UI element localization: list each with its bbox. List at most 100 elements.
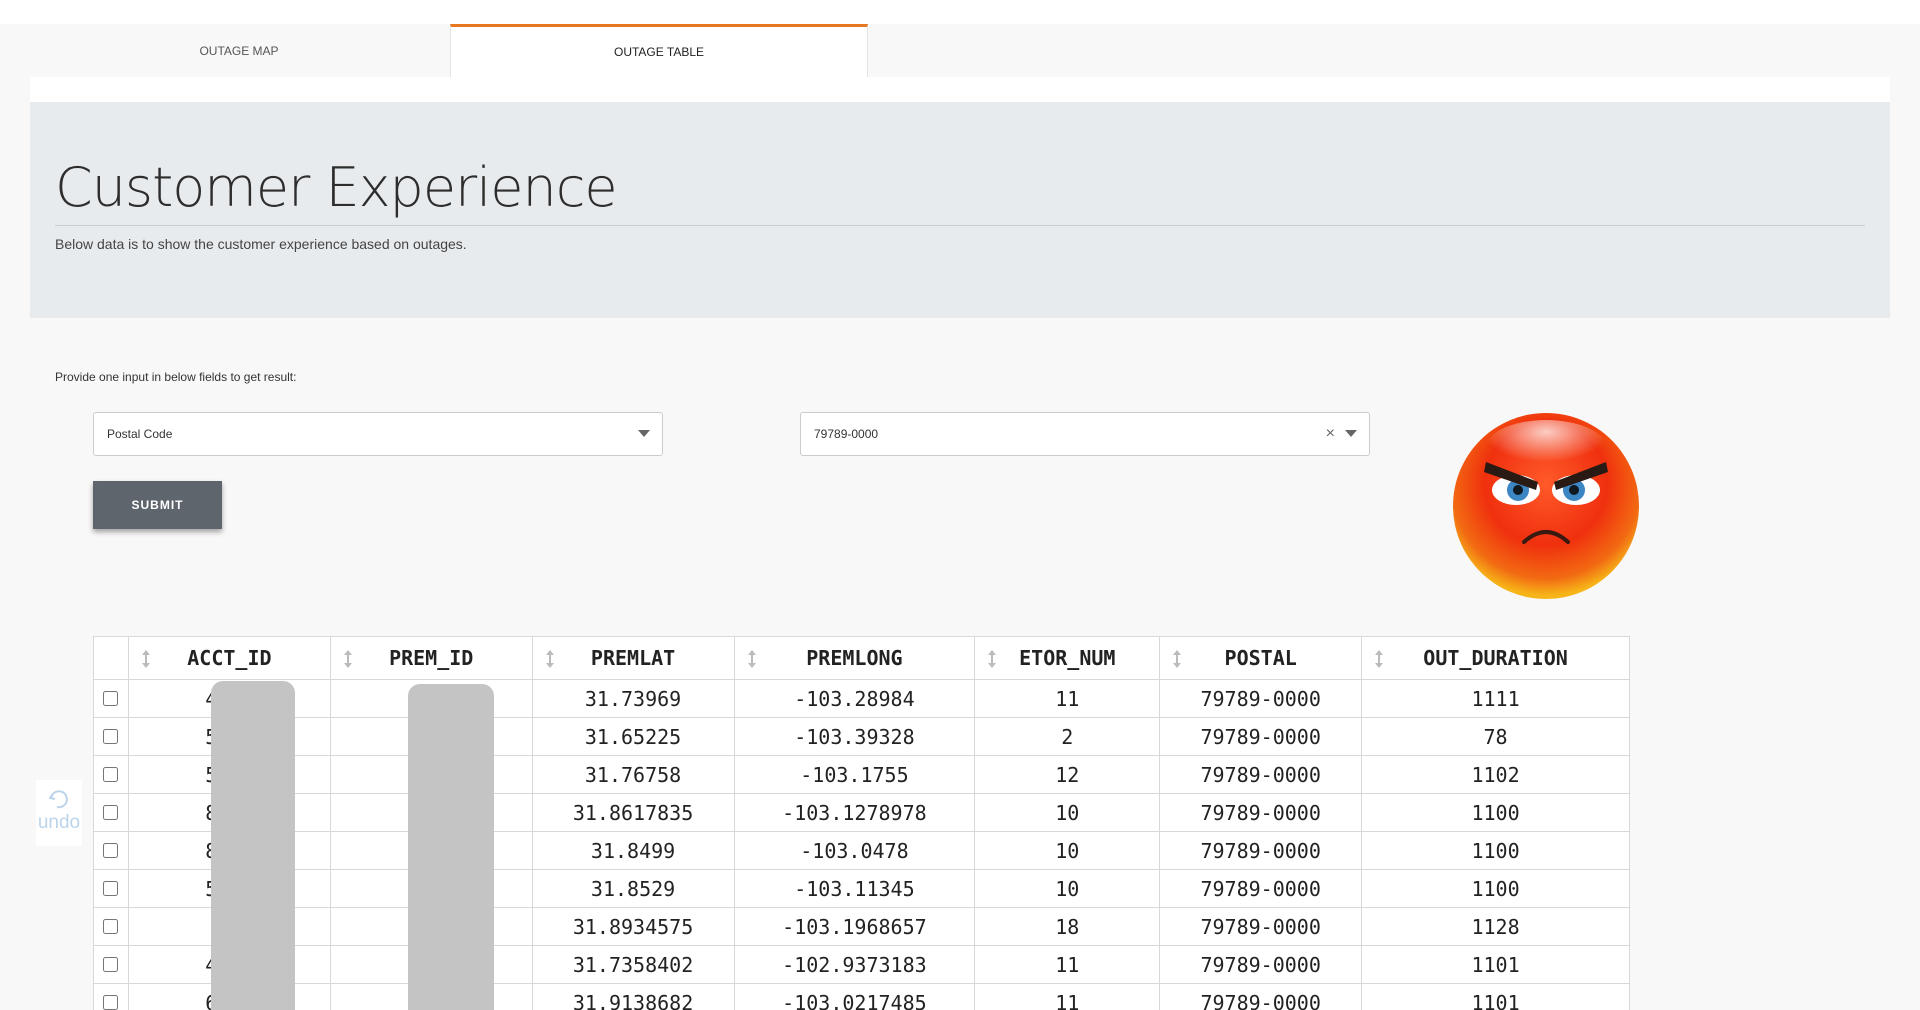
form-instruction: Provide one input in below fields to get… [55,370,297,384]
sort-icon[interactable] [545,649,555,669]
cell-out-duration: 1111 [1361,679,1630,718]
table-row[interactable]: 5010 203 31.65225 -103.39328 2 79789-000… [93,717,1630,756]
cell-premlong: -103.11345 [733,869,976,908]
sort-icon[interactable] [141,649,151,669]
chevron-down-icon[interactable] [638,430,650,437]
column-label: ETOR_NUM [1019,646,1116,670]
search-field-select[interactable]: Postal Code [93,412,663,456]
column-header-etor-num[interactable]: ETOR_NUM [974,636,1161,680]
sort-icon[interactable] [747,649,757,669]
title-divider [55,225,1865,226]
search-value-text: 79789-0000 [814,427,879,441]
table-row[interactable]: 8640 864 31.8499 -103.0478 10 79789-0000… [93,831,1630,870]
column-header-acct-id[interactable]: ACCT_ID [127,636,331,680]
sort-icon[interactable] [1374,649,1384,669]
cell-etor-num: 10 [974,869,1161,908]
cell-etor-num: 11 [974,945,1161,984]
cell-postal: 79789-0000 [1159,983,1363,1010]
search-value-select[interactable]: 79789-0000 × [800,412,1370,456]
row-checkbox[interactable] [103,728,119,744]
clear-icon[interactable]: × [1326,424,1335,444]
table-row[interactable]: 436 436 31.8934575 -103.1968657 18 79789… [93,907,1630,946]
table-header-row: ACCT_ID PREM_ID PREMLAT PREMLONG ETOR_NU… [93,636,1630,680]
cell-etor-num: 11 [974,679,1161,718]
cell-premlong: -103.0478 [733,831,976,870]
cell-premlong: -103.1278978 [733,793,976,832]
cell-out-duration: 1100 [1361,793,1630,832]
row-checkbox[interactable] [103,994,119,1010]
tab-outage-table[interactable]: OUTAGE TABLE [450,24,868,77]
submit-button[interactable]: SUBMIT [93,481,222,529]
row-checkbox[interactable] [103,956,119,972]
cell-postal: 79789-0000 [1159,793,1363,832]
row-checkbox[interactable] [103,918,119,934]
column-label: PREMLONG [806,646,903,670]
outage-table: ACCT_ID PREM_ID PREMLAT PREMLONG ETOR_NU… [93,636,1630,1010]
cell-etor-num: 18 [974,907,1161,946]
cell-out-duration: 1101 [1361,983,1630,1010]
cell-etor-num: 10 [974,831,1161,870]
column-label: PREMLAT [590,646,676,670]
redaction-block [408,684,494,1010]
page-subtitle: Below data is to show the customer exper… [55,236,467,252]
row-checkbox-cell [93,793,129,832]
row-checkbox-cell [93,831,129,870]
search-field-value: Postal Code [107,427,173,441]
cell-premlat: 31.7358402 [531,945,735,984]
table-row[interactable]: 6688 668 31.9138682 -103.0217485 11 7978… [93,983,1630,1010]
column-header-premlat[interactable]: PREMLAT [531,636,735,680]
undo-button[interactable]: undo [36,780,82,846]
cell-out-duration: 1102 [1361,755,1630,794]
select-column-header [93,636,129,680]
undo-label: undo [37,812,81,833]
cell-postal: 79789-0000 [1159,831,1363,870]
undo-icon [49,790,68,809]
row-checkbox[interactable] [103,842,119,858]
chevron-down-icon[interactable] [1345,430,1357,437]
cell-premlat: 31.8617835 [531,793,735,832]
row-checkbox[interactable] [103,690,119,706]
sort-icon[interactable] [1172,649,1182,669]
row-checkbox-cell [93,679,129,718]
cell-premlat: 31.76758 [531,755,735,794]
cell-premlong: -102.9373183 [733,945,976,984]
cell-postal: 79789-0000 [1159,869,1363,908]
column-header-out-duration[interactable]: OUT_DURATION [1361,636,1630,680]
cell-etor-num: 2 [974,717,1161,756]
column-header-postal[interactable]: POSTAL [1159,636,1363,680]
header-panel: Customer Experience Below data is to sho… [30,102,1890,318]
cell-out-duration: 1128 [1361,907,1630,946]
table-row[interactable]: 4724 472 31.7358402 -102.9373183 11 7978… [93,945,1630,984]
column-label: ACCT_ID [187,646,272,670]
table-row[interactable]: 8540 854 31.8617835 -103.1278978 10 7978… [93,793,1630,832]
cell-out-duration: 1100 [1361,869,1630,908]
row-checkbox-cell [93,983,129,1010]
row-checkbox[interactable] [103,880,119,896]
cell-premlat: 31.9138682 [531,983,735,1010]
angry-face-icon [1453,413,1639,599]
cell-premlat: 31.73969 [531,679,735,718]
tab-bar: OUTAGE MAP OUTAGE TABLE [30,24,1890,77]
sort-icon[interactable] [343,649,353,669]
row-checkbox[interactable] [103,804,119,820]
column-label: POSTAL [1224,646,1297,670]
table-row[interactable]: 4680 468 31.73969 -103.28984 11 79789-00… [93,679,1630,718]
row-checkbox-cell [93,869,129,908]
row-checkbox[interactable] [103,766,119,782]
cell-premlong: -103.28984 [733,679,976,718]
column-header-premlong[interactable]: PREMLONG [733,636,976,680]
column-header-prem-id[interactable]: PREM_ID [329,636,533,680]
cell-postal: 79789-0000 [1159,945,1363,984]
cell-premlong: -103.1755 [733,755,976,794]
cell-postal: 79789-0000 [1159,717,1363,756]
tab-outage-map[interactable]: OUTAGE MAP [30,24,448,77]
cell-postal: 79789-0000 [1159,907,1363,946]
cell-premlat: 31.65225 [531,717,735,756]
cell-etor-num: 10 [974,793,1161,832]
table-row[interactable]: 5000 151 31.76758 -103.1755 12 79789-000… [93,755,1630,794]
row-checkbox-cell [93,945,129,984]
page-title: Customer Experience [55,156,618,219]
cell-premlong: -103.0217485 [733,983,976,1010]
table-row[interactable]: 5022 502 31.8529 -103.11345 10 79789-000… [93,869,1630,908]
sort-icon[interactable] [987,649,997,669]
